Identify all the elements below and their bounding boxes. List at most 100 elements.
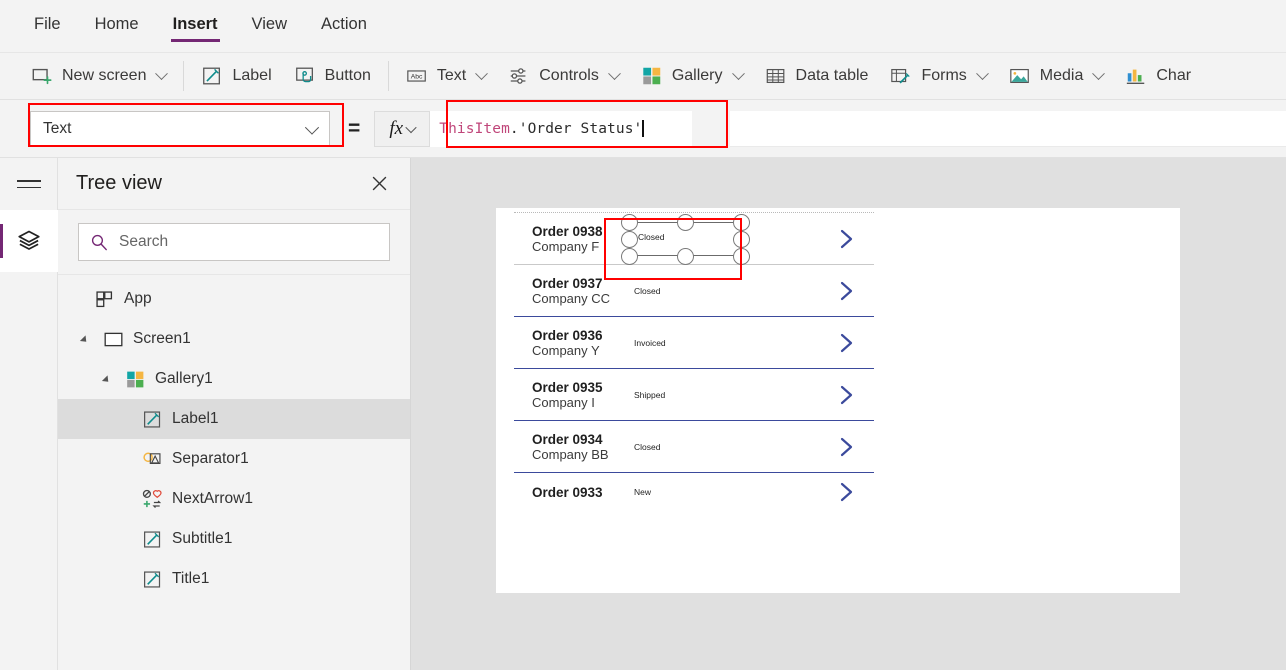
tree-item-gallery1[interactable]: Gallery1 bbox=[58, 359, 410, 399]
chevron-down-icon bbox=[607, 66, 621, 80]
property-selector-wrap: Text bbox=[30, 110, 330, 147]
fx-button[interactable]: fx bbox=[374, 110, 431, 147]
close-panel-button[interactable] bbox=[366, 171, 392, 197]
gallery-row-status: New bbox=[634, 487, 652, 497]
resize-handle-ne[interactable] bbox=[732, 213, 750, 231]
next-arrow-icon[interactable] bbox=[834, 279, 858, 303]
tree-item-app[interactable]: App bbox=[58, 279, 410, 319]
twisty-expanded-icon[interactable] bbox=[80, 332, 94, 346]
next-arrow-icon bbox=[142, 489, 162, 508]
next-arrow-icon[interactable] bbox=[834, 435, 858, 459]
ribbon-charts[interactable]: Char bbox=[1114, 59, 1202, 93]
next-arrow-icon[interactable] bbox=[834, 227, 858, 251]
menu-item-insert[interactable]: Insert bbox=[170, 9, 220, 44]
selection-adorner[interactable]: Closed bbox=[620, 213, 750, 265]
gallery-icon bbox=[643, 67, 661, 85]
resize-handle-sw[interactable] bbox=[620, 247, 638, 265]
next-arrow-icon[interactable] bbox=[834, 331, 858, 355]
gallery-row-texts: Order 0935 Company I bbox=[532, 380, 622, 410]
gallery-row-subtitle: Company Y bbox=[532, 342, 600, 358]
next-arrow-icon[interactable] bbox=[834, 480, 858, 504]
text-cursor bbox=[642, 120, 644, 137]
ribbon-data-table[interactable]: Data table bbox=[754, 59, 880, 93]
data-table-icon bbox=[766, 68, 784, 84]
ribbon-forms[interactable]: Forms bbox=[879, 59, 997, 93]
app-canvas: Order 0938 Company F Closed Closed bbox=[411, 158, 1286, 670]
ribbon-text[interactable]: Abc Text bbox=[395, 59, 497, 93]
separator-icon bbox=[143, 452, 161, 464]
ribbon-controls[interactable]: Controls bbox=[497, 59, 630, 93]
gallery-row[interactable]: Order 0936 Company Y Invoiced bbox=[514, 317, 874, 369]
resize-handle-se[interactable] bbox=[732, 247, 750, 265]
formula-token-thisitem: ThisItem bbox=[439, 120, 510, 137]
tree-item-label: Title1 bbox=[172, 570, 210, 587]
text-abc-icon: Abc bbox=[407, 70, 426, 82]
gallery-row-texts: Order 0933 bbox=[532, 485, 622, 500]
left-rail bbox=[0, 158, 58, 670]
ribbon-label: Forms bbox=[921, 67, 967, 84]
search-icon bbox=[91, 234, 107, 251]
gallery-row[interactable]: Order 0937 Company CC Closed bbox=[514, 265, 874, 317]
formula-bar-remainder bbox=[730, 111, 1286, 147]
label-icon bbox=[144, 530, 161, 548]
gallery-row-subtitle: Company I bbox=[532, 394, 595, 410]
menu-item-action[interactable]: Action bbox=[319, 9, 369, 44]
gallery-row[interactable]: Order 0933 New bbox=[514, 473, 874, 524]
tree-item-label1[interactable]: Label1 bbox=[58, 399, 410, 439]
ribbon-new-screen[interactable]: New screen bbox=[20, 59, 177, 93]
tree-item-label: Separator1 bbox=[172, 450, 249, 467]
ribbon-divider bbox=[387, 61, 389, 91]
ribbon-label: Char bbox=[1156, 67, 1192, 84]
chevron-down-icon bbox=[1092, 66, 1106, 80]
gallery-row[interactable]: Order 0935 Company I Shipped bbox=[514, 369, 874, 421]
ribbon-label: New screen bbox=[62, 67, 147, 84]
gallery-row-title: Order 0934 bbox=[532, 431, 603, 447]
hamburger-menu-button[interactable] bbox=[0, 158, 57, 210]
selected-label-text: Closed bbox=[638, 232, 665, 242]
next-arrow-icon[interactable] bbox=[834, 383, 858, 407]
gallery-row-title: Order 0935 bbox=[532, 379, 603, 395]
resize-handle-e[interactable] bbox=[732, 230, 750, 248]
tree-item-screen1[interactable]: Screen1 bbox=[58, 319, 410, 359]
resize-handle-n[interactable] bbox=[676, 213, 694, 231]
app-screen-preview[interactable]: Order 0938 Company F Closed Closed bbox=[496, 208, 1180, 593]
ribbon-label: Text bbox=[436, 67, 467, 84]
chevron-down-icon bbox=[475, 66, 489, 80]
new-screen-icon bbox=[32, 68, 52, 85]
formula-bar: Text = fx ThisItem .'Order Status' bbox=[0, 100, 1286, 158]
property-selector[interactable]: Text bbox=[30, 110, 330, 147]
tree-search-wrap: Search bbox=[58, 210, 410, 275]
formula-input[interactable]: ThisItem .'Order Status' bbox=[430, 110, 693, 147]
ribbon-media[interactable]: Media bbox=[998, 59, 1115, 93]
chevron-down-icon bbox=[155, 66, 169, 80]
gallery-row[interactable]: Order 0934 Company BB Closed bbox=[514, 421, 874, 473]
ribbon-gallery[interactable]: Gallery bbox=[630, 59, 754, 93]
search-input[interactable]: Search bbox=[78, 223, 390, 261]
tree-item-title1[interactable]: Title1 bbox=[58, 559, 410, 599]
tree-item-subtitle1[interactable]: Subtitle1 bbox=[58, 519, 410, 559]
menu-item-home[interactable]: Home bbox=[93, 9, 141, 44]
tree-item-separator1[interactable]: Separator1 bbox=[58, 439, 410, 479]
gallery-row-status: Closed bbox=[634, 441, 661, 452]
forms-icon bbox=[891, 68, 911, 84]
ribbon-button[interactable]: Button bbox=[283, 59, 382, 93]
gallery-row[interactable]: Order 0938 Company F Closed Closed bbox=[514, 213, 874, 265]
resize-handle-w[interactable] bbox=[620, 230, 638, 248]
gallery-control[interactable]: Order 0938 Company F Closed Closed bbox=[514, 212, 874, 524]
chevron-down-icon bbox=[304, 120, 320, 135]
app-icon bbox=[96, 290, 113, 307]
tree-view-header: Tree view bbox=[58, 158, 410, 210]
menu-item-view[interactable]: View bbox=[250, 9, 289, 44]
menu-item-file[interactable]: File bbox=[32, 9, 63, 44]
tree-item-nextarrow1[interactable]: NextArrow1 bbox=[58, 479, 410, 519]
label-icon bbox=[203, 67, 221, 85]
gallery-row-subtitle: Company CC bbox=[532, 290, 611, 306]
resize-handle-s[interactable] bbox=[676, 247, 694, 265]
insert-ribbon: New screen Label Button Abc Text Control… bbox=[0, 52, 1286, 100]
gallery-row-title: Order 0938 bbox=[532, 223, 603, 239]
tree-item-label: Gallery1 bbox=[155, 370, 213, 387]
twisty-expanded-icon[interactable] bbox=[102, 372, 116, 386]
rail-item-tree-view[interactable] bbox=[0, 210, 58, 272]
resize-handle-nw[interactable] bbox=[620, 213, 638, 231]
ribbon-label[interactable]: Label bbox=[190, 59, 282, 93]
